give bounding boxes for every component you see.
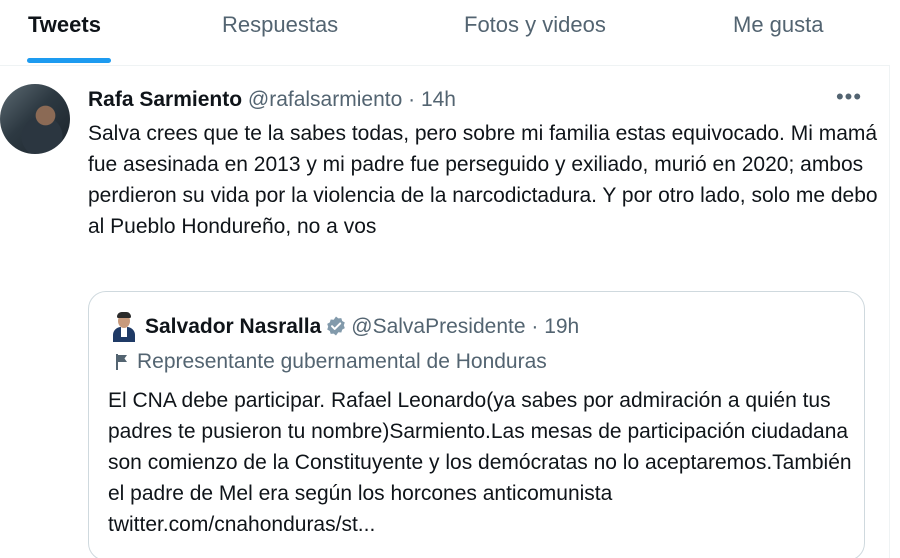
flag-icon bbox=[115, 350, 129, 380]
quoted-tweet[interactable]: Salvador Nasralla @SalvaPresidente · 19h … bbox=[88, 291, 865, 558]
author-name[interactable]: Rafa Sarmiento bbox=[88, 88, 242, 111]
quoted-tweet-timestamp[interactable]: 19h bbox=[544, 315, 579, 338]
quoted-author-avatar[interactable] bbox=[111, 312, 137, 342]
tab-respuestas[interactable]: Respuestas bbox=[222, 0, 338, 66]
verified-badge-icon bbox=[325, 315, 347, 346]
column-divider bbox=[889, 66, 890, 558]
tab-me-gusta[interactable]: Me gusta bbox=[733, 0, 824, 66]
tweet-header: Rafa Sarmiento @rafalsarmiento · 14h bbox=[88, 86, 456, 114]
tab-tweets[interactable]: Tweets bbox=[28, 0, 101, 66]
tweet-text: Salva crees que te la sabes todas, pero … bbox=[88, 122, 878, 238]
author-avatar[interactable] bbox=[0, 84, 70, 154]
government-label: Representante gubernamental de Honduras bbox=[115, 347, 547, 377]
profile-tabs: Tweets Respuestas Fotos y videos Me gust… bbox=[0, 0, 890, 66]
tweet[interactable]: Rafa Sarmiento @rafalsarmiento · 14h •••… bbox=[0, 66, 889, 558]
quoted-author-name[interactable]: Salvador Nasralla bbox=[145, 315, 321, 338]
quoted-tweet-header: Salvador Nasralla @SalvaPresidente · 19h bbox=[145, 312, 579, 342]
quoted-tweet-text: El CNA debe participar. Rafael Leonardo(… bbox=[108, 389, 852, 536]
active-tab-indicator bbox=[27, 58, 111, 63]
header-separator: · bbox=[408, 88, 416, 111]
tab-fotos-y-videos[interactable]: Fotos y videos bbox=[464, 0, 606, 66]
tweet-timestamp[interactable]: 14h bbox=[421, 88, 456, 111]
more-options-icon[interactable]: ••• bbox=[832, 86, 866, 114]
quoted-author-handle[interactable]: @SalvaPresidente bbox=[351, 315, 525, 338]
quoted-header-separator: · bbox=[531, 315, 539, 338]
government-label-text: Representante gubernamental de Honduras bbox=[137, 350, 547, 373]
author-handle[interactable]: @rafalsarmiento bbox=[248, 88, 402, 111]
